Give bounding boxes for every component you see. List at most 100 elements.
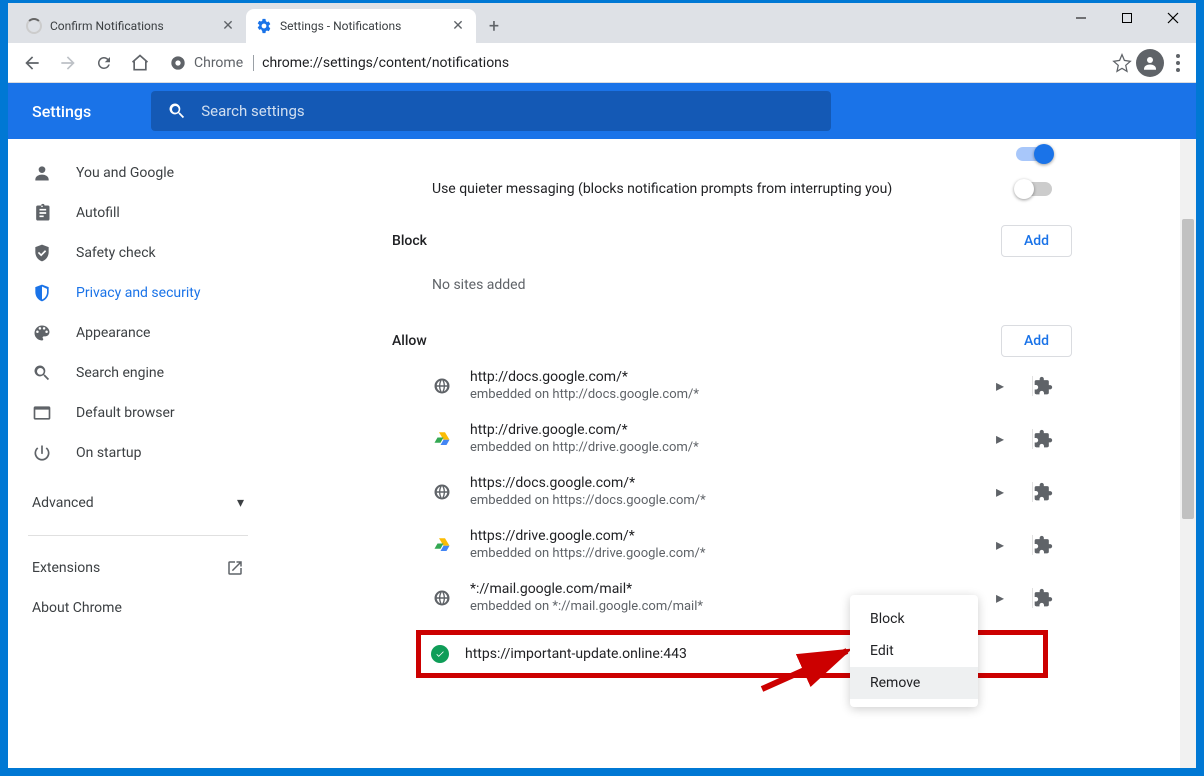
annotation-arrow (752, 639, 862, 699)
close-tab-icon[interactable]: ✕ (450, 18, 466, 34)
sidebar-item-label: You and Google (76, 165, 174, 181)
search-input[interactable] (201, 102, 815, 120)
clipboard-icon (32, 203, 52, 223)
sidebar-item-label: Privacy and security (76, 285, 200, 301)
maximize-button[interactable] (1104, 3, 1150, 33)
context-menu-remove[interactable]: Remove (850, 667, 978, 699)
scrollbar[interactable] (1180, 139, 1196, 768)
site-extension-icon[interactable] (1032, 535, 1072, 555)
titlebar: Confirm Notifications ✕ Settings - Notif… (8, 3, 1196, 43)
search-settings[interactable] (151, 91, 831, 131)
block-title: Block (392, 233, 427, 249)
notifications-toggle[interactable] (1016, 147, 1052, 161)
site-icon (432, 429, 452, 449)
palette-icon (32, 323, 52, 343)
search-icon (167, 101, 187, 121)
allow-site-row[interactable]: http://drive.google.com/*embedded on htt… (392, 412, 1072, 465)
allow-title: Allow (392, 333, 427, 349)
add-allow-button[interactable]: Add (1001, 325, 1072, 357)
site-info: http://drive.google.com/*embedded on htt… (470, 422, 968, 455)
close-window-button[interactable] (1150, 3, 1196, 33)
sidebar-item-safety-check[interactable]: Safety check (8, 233, 268, 273)
site-info: https://docs.google.com/*embedded on htt… (470, 475, 968, 508)
site-embedded: embedded on http://drive.google.com/* (470, 440, 968, 455)
sidebar-item-on-startup[interactable]: On startup (8, 433, 268, 473)
site-embedded: embedded on https://drive.google.com/* (470, 546, 968, 561)
quieter-label: Use quieter messaging (blocks notificati… (432, 181, 892, 197)
allow-site-row[interactable]: https://drive.google.com/* embedded on ht… (392, 518, 1072, 571)
sidebar-item-label: Default browser (76, 405, 175, 421)
bookmark-star-icon[interactable] (1112, 53, 1132, 73)
advanced-label: Advanced (32, 495, 94, 511)
reload-button[interactable] (88, 47, 120, 79)
allow-site-row[interactable]: https://docs.google.com/*embedded on htt… (392, 465, 1072, 518)
site-extension-icon[interactable] (1032, 588, 1072, 608)
sidebar-about[interactable]: About Chrome (8, 588, 268, 628)
tab-settings[interactable]: Settings - Notifications ✕ (246, 9, 476, 43)
sidebar-item-label: Safety check (76, 245, 156, 261)
home-button[interactable] (124, 47, 156, 79)
close-tab-icon[interactable]: ✕ (220, 18, 236, 34)
allow-site-row[interactable]: http://docs.google.com/*embedded on http… (392, 359, 1072, 412)
context-menu-block[interactable]: Block (850, 603, 978, 635)
browser-icon (32, 403, 52, 423)
quieter-toggle[interactable] (1016, 182, 1052, 196)
chevron-down-icon: ▾ (237, 495, 244, 511)
sidebar: You and Google Autofill Safety check Pri… (8, 139, 268, 768)
site-detail-arrow-icon[interactable]: ▸ (986, 376, 1014, 395)
site-icon (432, 588, 452, 608)
sidebar-item-autofill[interactable]: Autofill (8, 193, 268, 233)
sidebar-item-label: Search engine (76, 365, 164, 381)
sidebar-advanced[interactable]: Advanced ▾ (8, 483, 268, 523)
site-embedded: embedded on https://docs.google.com/* (470, 493, 968, 508)
highlighted-url: https://important-update.online:443 (465, 646, 687, 662)
sidebar-item-default-browser[interactable]: Default browser (8, 393, 268, 433)
settings-header: Settings (8, 83, 1196, 139)
add-block-button[interactable]: Add (1001, 225, 1072, 257)
minimize-button[interactable] (1058, 3, 1104, 33)
profile-avatar[interactable] (1136, 49, 1164, 77)
block-section-header: Block Add (392, 211, 1072, 259)
menu-button[interactable] (1168, 54, 1188, 72)
new-tab-button[interactable]: + (480, 12, 508, 40)
power-icon (32, 443, 52, 463)
site-embedded: embedded on http://docs.google.com/* (470, 387, 968, 402)
site-icon (432, 376, 452, 396)
person-icon (32, 163, 52, 183)
quieter-messaging-row: Use quieter messaging (blocks notificati… (392, 167, 1072, 211)
site-detail-arrow-icon[interactable]: ▸ (986, 482, 1014, 501)
site-detail-arrow-icon[interactable]: ▸ (986, 588, 1014, 607)
site-extension-icon[interactable] (1032, 429, 1072, 449)
site-icon (432, 535, 452, 555)
main-panel: Use quieter messaging (blocks notificati… (268, 139, 1196, 768)
loading-spinner-icon (26, 18, 42, 34)
address-bar[interactable]: Chrome chrome://settings/content/notific… (160, 48, 1108, 78)
tab-confirm-notifications[interactable]: Confirm Notifications ✕ (16, 9, 246, 43)
scrollbar-thumb[interactable] (1182, 219, 1194, 519)
gear-icon (256, 18, 272, 34)
sidebar-item-label: On startup (76, 445, 142, 461)
site-url: https://drive.google.com/* (470, 528, 968, 544)
site-extension-icon[interactable] (1032, 376, 1072, 396)
context-menu: Block Edit Remove (850, 595, 978, 707)
allow-list: http://docs.google.com/*embedded on http… (392, 359, 1072, 624)
site-detail-arrow-icon[interactable]: ▸ (986, 535, 1014, 554)
site-extension-icon[interactable] (1032, 482, 1072, 502)
back-button[interactable] (16, 47, 48, 79)
content-area: You and Google Autofill Safety check Pri… (8, 139, 1196, 768)
tab-strip: Confirm Notifications ✕ Settings - Notif… (8, 9, 508, 43)
sidebar-item-privacy[interactable]: Privacy and security (8, 273, 268, 313)
forward-button[interactable] (52, 47, 84, 79)
sidebar-extensions[interactable]: Extensions (8, 548, 268, 588)
check-icon (431, 645, 449, 663)
allow-section-header: Allow Add (392, 311, 1072, 359)
sidebar-item-appearance[interactable]: Appearance (8, 313, 268, 353)
context-menu-edit[interactable]: Edit (850, 635, 978, 667)
sidebar-item-search-engine[interactable]: Search engine (8, 353, 268, 393)
site-detail-arrow-icon[interactable]: ▸ (986, 429, 1014, 448)
toolbar: Chrome chrome://settings/content/notific… (8, 43, 1196, 83)
sidebar-item-you-and-google[interactable]: You and Google (8, 153, 268, 193)
site-info: https://drive.google.com/* embedded on ht… (470, 528, 968, 561)
shield-icon (32, 283, 52, 303)
site-icon (432, 482, 452, 502)
